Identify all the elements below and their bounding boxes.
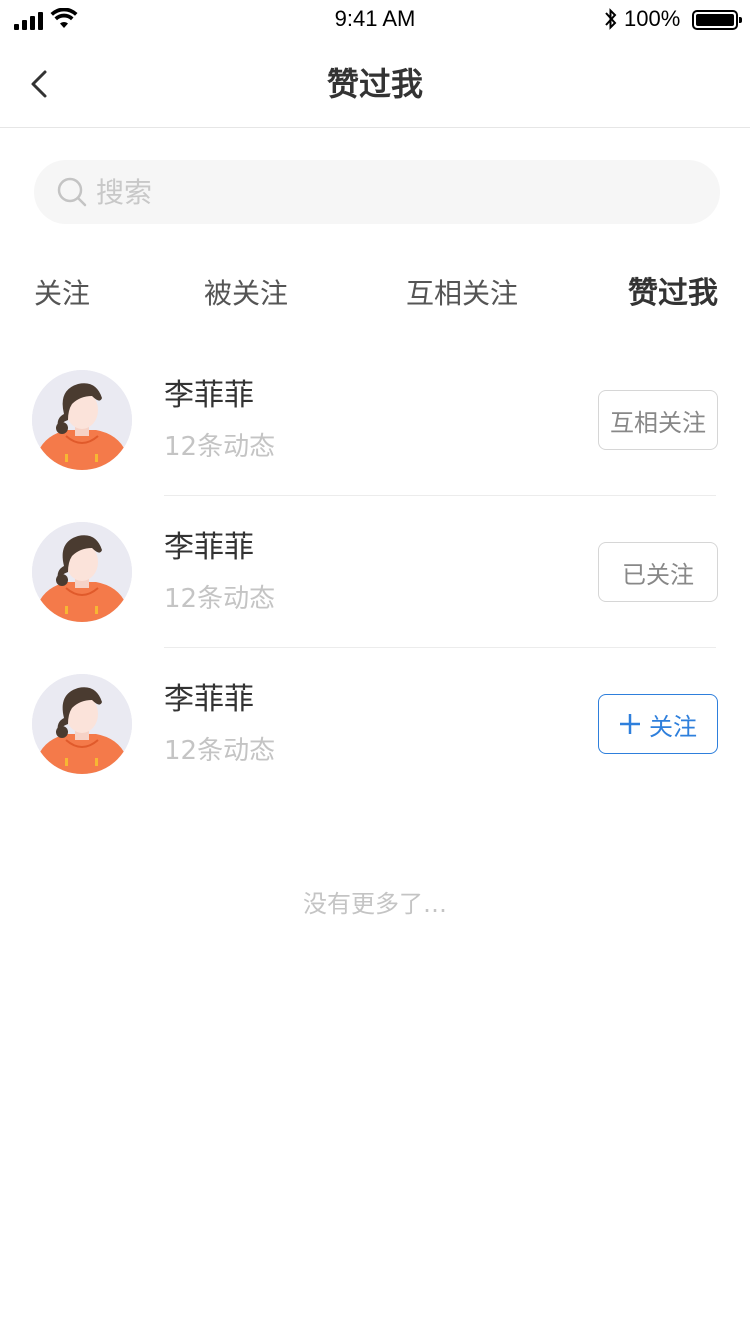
bluetooth-icon bbox=[605, 8, 617, 30]
user-name: 李菲菲 bbox=[164, 530, 254, 565]
user-post-count: 12条动态 bbox=[164, 736, 276, 766]
nav-bar: 赞过我 bbox=[0, 40, 750, 128]
avatar bbox=[32, 522, 132, 622]
battery-icon bbox=[692, 10, 742, 30]
plus-icon bbox=[620, 714, 640, 734]
tab-mutual[interactable]: 互相关注 bbox=[406, 272, 518, 316]
avatar bbox=[32, 370, 132, 470]
tab-liked-me[interactable]: 赞过我 bbox=[628, 272, 718, 316]
tab-following[interactable]: 关注 bbox=[34, 272, 90, 316]
search-icon bbox=[57, 177, 87, 207]
list-item[interactable]: 李菲菲 12条动态 关注 bbox=[0, 648, 750, 800]
user-post-count: 12条动态 bbox=[164, 432, 276, 462]
user-name: 李菲菲 bbox=[164, 682, 254, 717]
battery-percent: 100% bbox=[624, 6, 681, 31]
no-more-text: 没有更多了… bbox=[303, 890, 447, 918]
following-button[interactable]: 已关注 bbox=[598, 542, 718, 602]
follow-button-label: 关注 bbox=[649, 712, 697, 741]
follow-button[interactable]: 关注 bbox=[598, 694, 718, 754]
search-input[interactable] bbox=[96, 168, 696, 216]
list-item[interactable]: 李菲菲 12条动态 互相关注 bbox=[0, 344, 750, 496]
tab-bar: 关注 被关注 互相关注 赞过我 bbox=[0, 272, 750, 320]
mutual-follow-button[interactable]: 互相关注 bbox=[598, 390, 718, 450]
tab-followers[interactable]: 被关注 bbox=[204, 272, 288, 316]
search-bar[interactable] bbox=[34, 160, 720, 224]
screen: 9:41 AM 100% 赞过我 关注 被关注 互相关注 赞过我 bbox=[0, 0, 750, 1334]
status-bar: 9:41 AM 100% bbox=[0, 0, 750, 40]
follow-button-label: 已关注 bbox=[622, 560, 694, 589]
page-title: 赞过我 bbox=[326, 65, 423, 103]
user-post-count: 12条动态 bbox=[164, 584, 276, 614]
list-item[interactable]: 李菲菲 12条动态 已关注 bbox=[0, 496, 750, 648]
user-name: 李菲菲 bbox=[164, 378, 254, 413]
follow-button-label: 互相关注 bbox=[610, 408, 706, 437]
avatar bbox=[32, 674, 132, 774]
user-list: 李菲菲 12条动态 互相关注 李菲菲 12条动态 已关注 李菲菲 12条动态 关… bbox=[0, 344, 750, 800]
